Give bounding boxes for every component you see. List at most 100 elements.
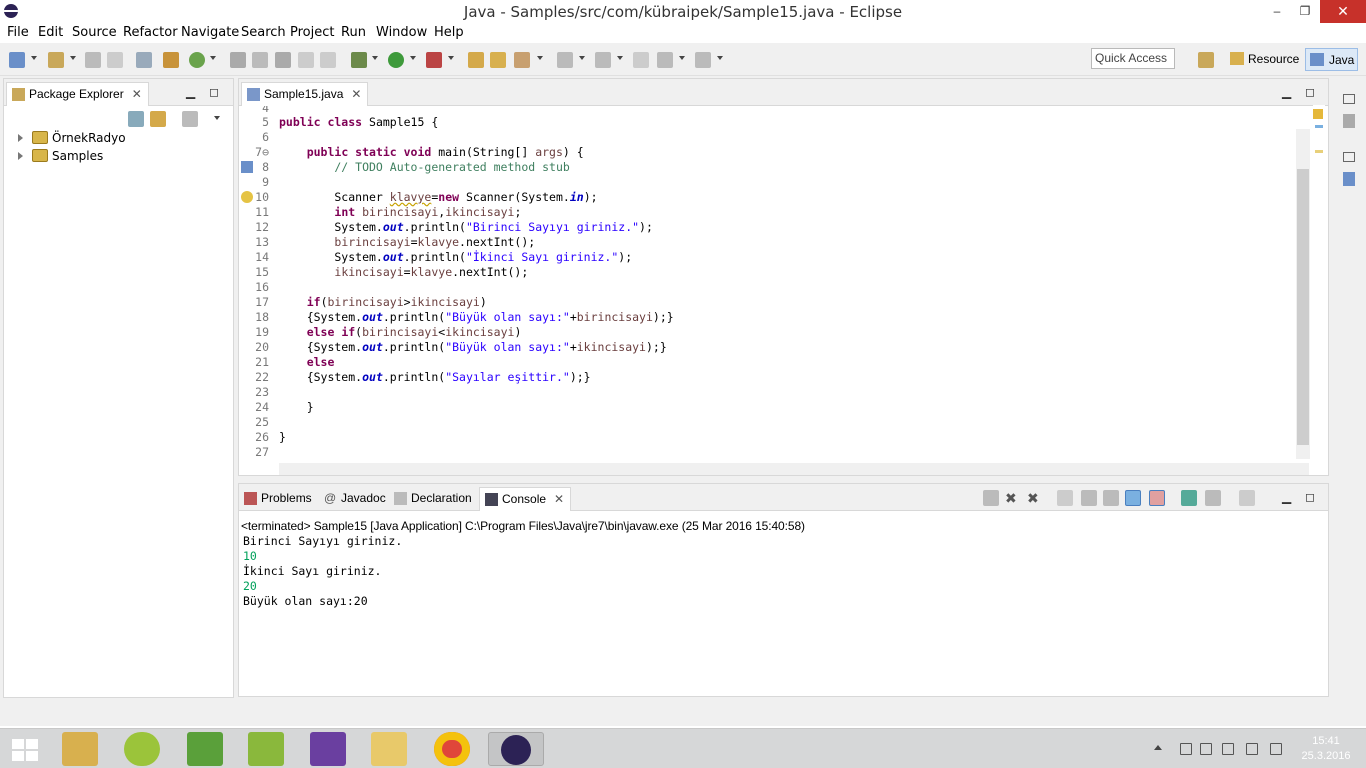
maximize-editor-icon[interactable]: ◻	[1305, 85, 1315, 99]
new-icon[interactable]	[9, 52, 25, 68]
save-icon[interactable]	[85, 52, 101, 68]
warning-marker-icon[interactable]	[241, 191, 253, 203]
task-list-icon[interactable]	[1343, 114, 1355, 128]
menu-file[interactable]: File	[7, 25, 29, 40]
refresh-icon[interactable]	[189, 52, 205, 68]
collapse-all-icon[interactable]	[128, 111, 144, 127]
tree-item-ornekradyo[interactable]: ÖrnekRadyo	[16, 129, 126, 147]
android-studio-icon[interactable]	[124, 732, 160, 766]
menu-source[interactable]: Source	[72, 25, 117, 40]
editor-horizontal-scrollbar[interactable]	[279, 463, 1309, 475]
minimize-view-icon[interactable]: ▁	[186, 85, 195, 99]
show-hidden-icons-icon[interactable]	[1154, 745, 1162, 750]
start-button[interactable]	[12, 739, 38, 761]
console-vertical-scrollbar[interactable]	[1310, 534, 1324, 684]
menu-navigate[interactable]: Navigate	[181, 25, 239, 40]
perspective-java[interactable]: Java	[1305, 48, 1358, 71]
close-tab-icon[interactable]: ✕	[132, 87, 142, 101]
expand-arrow-icon[interactable]	[18, 152, 23, 160]
new-package-icon[interactable]	[48, 52, 64, 68]
external-tools-icon[interactable]	[426, 52, 442, 68]
close-tab-icon[interactable]: ✕	[554, 492, 564, 506]
restore-icon[interactable]	[1343, 152, 1355, 162]
ruler-marker[interactable]	[1315, 150, 1323, 153]
visual-studio-icon[interactable]	[310, 732, 346, 766]
open-project-icon[interactable]	[490, 52, 506, 68]
remove-launch-icon[interactable]: ✖	[1005, 490, 1021, 506]
tab-declaration[interactable]: Declaration	[389, 487, 478, 511]
close-button[interactable]: ✕	[1320, 0, 1366, 23]
chrome-icon[interactable]	[434, 732, 470, 766]
flag-icon[interactable]	[1200, 743, 1212, 755]
pin-console-icon[interactable]	[1181, 490, 1197, 506]
sdk-icon[interactable]	[320, 52, 336, 68]
tab-package-explorer[interactable]: Package Explorer ✕	[6, 82, 149, 106]
minimize-button[interactable]: –	[1262, 0, 1292, 23]
tools-app-icon[interactable]	[62, 732, 98, 766]
focus-icon[interactable]	[182, 111, 198, 127]
network-icon[interactable]	[1246, 743, 1258, 755]
build-icon[interactable]	[163, 52, 179, 68]
chart-app-icon[interactable]	[187, 732, 223, 766]
tool-icon[interactable]	[275, 52, 291, 68]
show-on-error-icon[interactable]	[1149, 490, 1165, 506]
console-horizontal-scrollbar[interactable]	[243, 684, 1313, 696]
maximize-view-icon[interactable]: ◻	[1305, 490, 1315, 504]
restore-icon[interactable]	[1343, 94, 1355, 104]
menu-search[interactable]: Search	[241, 25, 286, 40]
remove-all-icon[interactable]: ✖	[1027, 490, 1043, 506]
maximize-view-icon[interactable]: ◻	[209, 85, 219, 99]
pen-icon[interactable]	[252, 52, 268, 68]
action-center-icon[interactable]	[1222, 743, 1234, 755]
back-icon[interactable]	[657, 52, 673, 68]
clear-console-icon[interactable]	[1057, 490, 1073, 506]
prev-annotation-icon[interactable]	[595, 52, 611, 68]
word-wrap-icon[interactable]	[1103, 490, 1119, 506]
open-console-icon[interactable]	[1239, 490, 1255, 506]
terminate-icon[interactable]	[983, 490, 999, 506]
tree-item-samples[interactable]: Samples	[16, 147, 126, 165]
tab-sample15-java[interactable]: Sample15.java ✕	[241, 82, 369, 106]
expand-arrow-icon[interactable]	[18, 134, 23, 142]
system-clock[interactable]: 15:41 25.3.2016	[1296, 734, 1356, 764]
minimize-view-icon[interactable]: ▁	[1282, 490, 1291, 504]
code-editor[interactable]: 4 5 public class Sample15 { 6 7⊖ public s…	[239, 106, 1299, 464]
eclipse-task-button[interactable]	[488, 732, 544, 766]
run-icon[interactable]	[388, 52, 404, 68]
search-tool-icon[interactable]	[514, 52, 530, 68]
menu-project[interactable]: Project	[290, 25, 334, 40]
menu-window[interactable]: Window	[376, 25, 427, 40]
maximize-button[interactable]: ❐	[1290, 0, 1320, 23]
ruler-marker[interactable]	[1315, 125, 1323, 128]
save-all-icon[interactable]	[107, 52, 123, 68]
show-on-output-icon[interactable]	[1125, 490, 1141, 506]
view-menu-icon[interactable]	[214, 116, 220, 120]
tab-problems[interactable]: Problems	[239, 487, 318, 511]
tab-console[interactable]: Console ✕	[479, 487, 572, 511]
scroll-lock-icon[interactable]	[1081, 490, 1097, 506]
open-type-icon[interactable]	[230, 52, 246, 68]
menu-refactor[interactable]: Refactor	[123, 25, 178, 40]
scroll-thumb[interactable]	[1297, 169, 1309, 445]
skip-breakpoints-icon[interactable]	[136, 52, 152, 68]
outline-icon[interactable]	[1343, 172, 1355, 186]
perspective-resource[interactable]: Resource	[1226, 48, 1302, 71]
battery-icon[interactable]	[1180, 743, 1192, 755]
menu-help[interactable]: Help	[434, 25, 464, 40]
app4-icon[interactable]	[248, 732, 284, 766]
next-annotation-icon[interactable]	[557, 52, 573, 68]
menu-edit[interactable]: Edit	[38, 25, 63, 40]
console-output[interactable]: Birinci Sayıyı giriniz. 10 İkinci Sayı g…	[243, 534, 1303, 609]
close-tab-icon[interactable]: ✕	[351, 87, 361, 101]
quick-access-input[interactable]: Quick Access	[1091, 48, 1175, 69]
display-console-icon[interactable]	[1205, 490, 1221, 506]
overview-ruler[interactable]	[1313, 105, 1325, 460]
open-folder-icon[interactable]	[468, 52, 484, 68]
volume-icon[interactable]	[1270, 743, 1282, 755]
minimize-editor-icon[interactable]: ▁	[1282, 85, 1291, 99]
debug-icon[interactable]	[351, 52, 367, 68]
open-perspective-icon[interactable]	[1198, 52, 1214, 68]
editor-vertical-scrollbar[interactable]	[1296, 129, 1310, 459]
menu-run[interactable]: Run	[341, 25, 366, 40]
file-explorer-icon[interactable]	[371, 732, 407, 766]
